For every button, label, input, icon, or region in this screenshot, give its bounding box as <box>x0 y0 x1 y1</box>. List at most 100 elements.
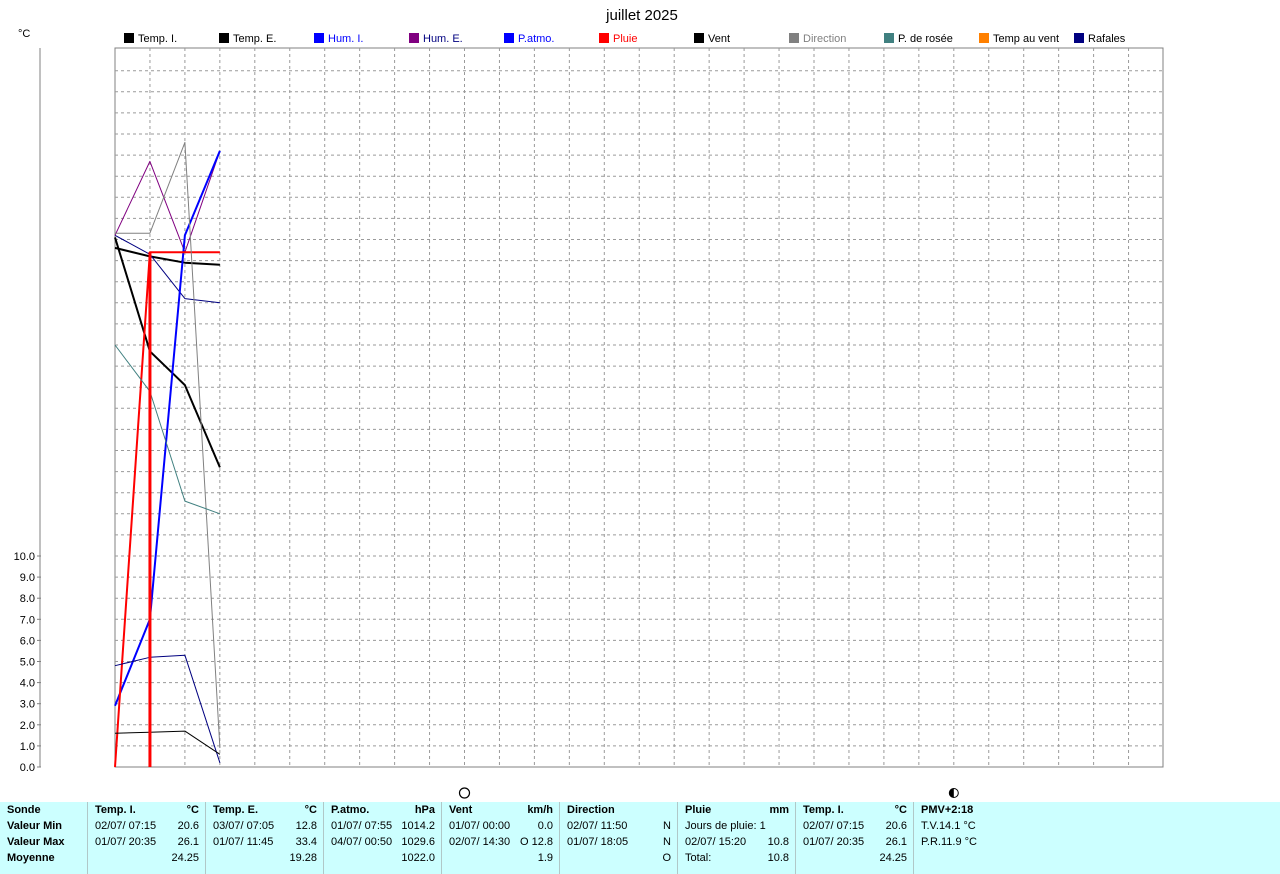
stats-panel: Sonde Valeur Min Valeur Max Moyenne Temp. I.… <box>0 802 1280 874</box>
stats-cell-value: 26.1 <box>885 836 907 848</box>
legend-swatch <box>314 33 324 43</box>
stats-row: 02/07/ 15:20 10.8 <box>685 834 795 850</box>
legend-label: Temp. E. <box>233 33 276 45</box>
stats-cell-value: 20.6 <box>885 820 907 832</box>
stats-row: 01/07/ 00:00 0.0 <box>449 818 559 834</box>
stats-row: 02/07/ 07:15 20.6 <box>803 818 913 834</box>
chart-title: juillet 2025 <box>605 7 678 24</box>
series-pluie <box>114 251 220 768</box>
stats-row <box>921 850 1280 866</box>
stats-cell-label: 02/07/ 15:20 <box>685 836 747 848</box>
legend-swatch <box>599 33 609 43</box>
stats-header-label: Temp. I. <box>803 804 844 816</box>
legend-label: P. de rosée <box>898 33 953 45</box>
legend-swatch <box>409 33 419 43</box>
legend-swatch <box>694 33 704 43</box>
stats-row: Valeur Min <box>7 818 87 834</box>
stats-header: Vent km/h <box>449 802 559 818</box>
legend-label: Hum. E. <box>423 33 463 45</box>
legend-item: Temp. I. <box>124 33 177 45</box>
legend-item: Rafales <box>1074 33 1126 45</box>
stats-header: Temp. E. °C <box>213 802 323 818</box>
y-tick-label: 7.0 <box>20 614 35 626</box>
stats-header-unit: mm <box>769 804 789 816</box>
stats-cell-value: 33.4 <box>295 836 317 848</box>
stats-column: Temp. I. °C 02/07/ 07:15 20.6 01/07/ 20:35 26… <box>88 802 206 874</box>
stats-cell-value: N <box>663 820 671 832</box>
legend-item: Hum. E. <box>409 33 463 45</box>
legend-label: Temp au vent <box>993 33 1059 45</box>
chart-legend: Temp. I. Temp. E. Hum. I. Hum. E. P.atmo. Plu… <box>124 33 1126 45</box>
stats-row: 02/07/ 11:50 N <box>567 818 677 834</box>
stats-row: 1022.0 <box>331 850 441 866</box>
stats-cell-value: 19.28 <box>289 852 317 864</box>
stats-row: Valeur Max <box>7 834 87 850</box>
stats-cell-label: Valeur Min <box>7 820 63 832</box>
stats-header: Pluie mm <box>685 802 795 818</box>
stats-cell-label: 01/07/ 00:00 <box>449 820 511 832</box>
stats-row: 24.25 <box>95 850 205 866</box>
stats-cell-value: 12.8 <box>295 820 317 832</box>
stats-cell-label: P.R.11.9 °C <box>921 836 977 848</box>
stats-row: 03/07/ 07:05 12.8 <box>213 818 323 834</box>
stats-cell-value: 10.8 <box>767 852 789 864</box>
stats-row: 19.28 <box>213 850 323 866</box>
stats-cell-label: 04/07/ 00:50 <box>331 836 393 848</box>
legend-label: Vent <box>708 33 730 45</box>
stats-row: 01/07/ 07:55 1014.2 <box>331 818 441 834</box>
stats-cell-value: 1014.2 <box>401 820 435 832</box>
series-rafales <box>114 654 221 763</box>
stats-header-unit: °C <box>186 804 199 816</box>
legend-label: Pluie <box>613 33 637 45</box>
new-moon-icon <box>458 787 471 799</box>
stats-cell-label: 02/07/ 07:15 <box>803 820 865 832</box>
y-tick-label: 10.0 <box>14 551 35 563</box>
stats-header-unit: °C <box>894 804 907 816</box>
y-tick-label: 9.0 <box>20 572 35 584</box>
legend-swatch <box>1074 33 1084 43</box>
stats-row: 24.25 <box>803 850 913 866</box>
stats-cell-label: 01/07/ 20:35 <box>803 836 865 848</box>
stats-row: Total: 10.8 <box>685 850 795 866</box>
stats-header-unit: hPa <box>414 804 435 816</box>
y-tick-label: 4.0 <box>20 678 35 690</box>
stats-column: PMV+2:18 T.V.14.1 °C P.R.11.9 °C <box>914 802 1280 874</box>
stats-cell-value: O 12.8 <box>519 836 553 848</box>
stats-cell-label: T.V.14.1 °C <box>921 820 976 832</box>
stats-header: Direction <box>567 802 677 818</box>
legend-label: Direction <box>803 33 846 45</box>
stats-column: Vent km/h 01/07/ 00:00 0.0 02/07/ 14:30 O 12.… <box>442 802 560 874</box>
stats-row: Moyenne <box>7 850 87 866</box>
stats-cell-label: 01/07/ 20:35 <box>95 836 157 848</box>
stats-cell-value: 1029.6 <box>401 836 435 848</box>
stats-cell-value: N <box>663 836 671 848</box>
stats-row: 01/07/ 18:05 N <box>567 834 677 850</box>
stats-header-label: Pluie <box>685 804 712 816</box>
series-vent <box>114 730 221 755</box>
legend-item: Temp au vent <box>979 33 1059 45</box>
stats-cell-label: 01/07/ 11:45 <box>213 836 274 848</box>
stats-row: 01/07/ 11:45 33.4 <box>213 834 323 850</box>
stats-header: P.atmo. hPa <box>331 802 441 818</box>
stats-row: T.V.14.1 °C <box>921 818 1280 834</box>
legend-label: Temp. I. <box>138 33 177 45</box>
stats-header: Sonde <box>7 802 87 818</box>
legend-swatch <box>789 33 799 43</box>
stats-row: 1.9 <box>449 850 559 866</box>
y-tick-label: 8.0 <box>20 593 35 605</box>
series-hum-e <box>114 150 221 253</box>
stats-column: Temp. E. °C 03/07/ 07:05 12.8 01/07/ 11:45 33… <box>206 802 324 874</box>
legend-swatch <box>504 33 514 43</box>
stats-cell-label: 03/07/ 07:05 <box>213 820 275 832</box>
plot-frame <box>114 47 1164 768</box>
y-tick-label: 3.0 <box>20 699 35 711</box>
stats-header-label: Direction <box>567 804 615 816</box>
y-tick-label: 5.0 <box>20 657 35 669</box>
stats-column: Sonde Valeur Min Valeur Max Moyenne <box>0 802 88 874</box>
stats-cell-label: 02/07/ 11:50 <box>567 820 628 832</box>
stats-cell-label: 01/07/ 07:55 <box>331 820 393 832</box>
stats-header: Temp. I. °C <box>95 802 205 818</box>
stats-column: Temp. I. °C 02/07/ 07:15 20.6 01/07/ 20:35 26… <box>796 802 914 874</box>
legend-item: Direction <box>789 33 846 45</box>
series-temp-i <box>114 246 220 266</box>
